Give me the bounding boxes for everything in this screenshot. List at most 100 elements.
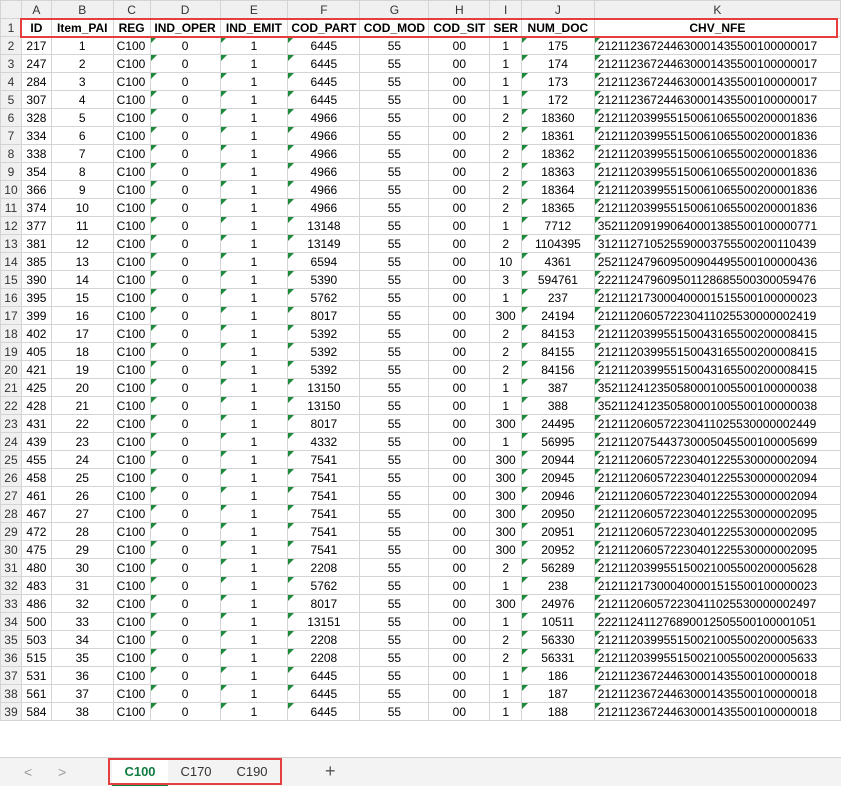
table-cell[interactable]: 1 <box>489 432 522 451</box>
row-number[interactable]: 13 <box>0 234 22 253</box>
table-cell[interactable]: 328 <box>20 108 52 127</box>
table-cell[interactable]: 1 <box>219 288 289 307</box>
table-cell[interactable]: 352112091990640001385500100000771 <box>593 216 841 235</box>
table-cell[interactable]: 300 <box>489 450 522 469</box>
table-cell[interactable]: 1 <box>219 522 289 541</box>
table-cell[interactable]: 00 <box>428 576 491 595</box>
table-cell[interactable]: 0 <box>149 270 221 289</box>
table-cell[interactable]: 405 <box>20 342 52 361</box>
table-cell[interactable]: C100 <box>112 558 151 577</box>
select-all-corner[interactable] <box>0 0 22 19</box>
table-cell[interactable]: 6445 <box>287 702 361 721</box>
table-cell[interactable]: 55 <box>359 144 430 163</box>
table-cell[interactable]: 212112060572230401225530000002094 <box>593 486 841 505</box>
table-cell[interactable]: 467 <box>20 504 52 523</box>
table-cell[interactable]: 475 <box>20 540 52 559</box>
table-cell[interactable]: 5762 <box>287 576 361 595</box>
table-cell[interactable]: C100 <box>112 612 151 631</box>
table-cell[interactable]: 212112039955150043165500200008415 <box>593 360 841 379</box>
table-cell[interactable]: 00 <box>428 594 491 613</box>
table-cell[interactable]: 186 <box>521 666 595 685</box>
table-cell[interactable]: C100 <box>112 306 151 325</box>
row-number[interactable]: 33 <box>0 594 22 613</box>
table-cell[interactable]: 1 <box>219 324 289 343</box>
table-cell[interactable]: 0 <box>149 684 221 703</box>
table-cell[interactable]: 10 <box>489 252 522 271</box>
table-cell[interactable]: 312112710525590003755500200110439 <box>593 234 841 253</box>
table-cell[interactable]: 2 <box>489 180 522 199</box>
table-cell[interactable]: C100 <box>112 324 151 343</box>
table-cell[interactable]: 1 <box>219 558 289 577</box>
header-cell[interactable]: COD_SIT <box>428 18 491 37</box>
table-cell[interactable]: 338 <box>20 144 52 163</box>
table-cell[interactable]: 455 <box>20 450 52 469</box>
header-cell[interactable]: NUM_DOC <box>521 18 595 37</box>
table-cell[interactable]: 56330 <box>521 630 595 649</box>
table-cell[interactable]: 212112039955150061065500200001836 <box>593 126 841 145</box>
table-cell[interactable]: 55 <box>359 702 430 721</box>
table-cell[interactable]: 3 <box>489 270 522 289</box>
header-cell[interactable]: ID <box>20 18 52 37</box>
table-cell[interactable]: 1 <box>219 252 289 271</box>
table-cell[interactable]: 4966 <box>287 162 361 181</box>
table-cell[interactable]: 7541 <box>287 468 361 487</box>
table-cell[interactable]: 30 <box>50 558 114 577</box>
table-cell[interactable]: 00 <box>428 666 491 685</box>
table-cell[interactable]: 6445 <box>287 666 361 685</box>
table-cell[interactable]: 212112173000400001515500100000023 <box>593 576 841 595</box>
tab-c170[interactable]: C170 <box>168 758 224 786</box>
header-cell[interactable]: REG <box>112 18 151 37</box>
table-cell[interactable]: 1 <box>219 594 289 613</box>
table-cell[interactable]: 1 <box>219 162 289 181</box>
table-cell[interactable]: 212112060572230411025530000002449 <box>593 414 841 433</box>
table-cell[interactable]: 20 <box>50 378 114 397</box>
table-cell[interactable]: 55 <box>359 396 430 415</box>
row-number[interactable]: 26 <box>0 468 22 487</box>
table-cell[interactable]: 0 <box>149 108 221 127</box>
table-cell[interactable]: 212112367244630001435500100000018 <box>593 702 841 721</box>
table-cell[interactable]: C100 <box>112 648 151 667</box>
table-cell[interactable]: 366 <box>20 180 52 199</box>
table-cell[interactable]: 5392 <box>287 324 361 343</box>
table-cell[interactable]: C100 <box>112 198 151 217</box>
table-cell[interactable]: 00 <box>428 108 491 127</box>
spreadsheet-grid[interactable]: ABCDEFGHIJK 1 ID Item_PAI REG IND_OPER IND_EM… <box>0 0 841 757</box>
table-cell[interactable]: C100 <box>112 630 151 649</box>
table-cell[interactable]: 515 <box>20 648 52 667</box>
table-cell[interactable]: 212112039955150021005500200005628 <box>593 558 841 577</box>
table-cell[interactable]: 1 <box>219 468 289 487</box>
table-cell[interactable]: 212112060572230411025530000002419 <box>593 306 841 325</box>
table-cell[interactable]: 1 <box>489 36 522 55</box>
table-cell[interactable]: 1 <box>219 648 289 667</box>
table-cell[interactable]: 1 <box>489 684 522 703</box>
table-cell[interactable]: 2 <box>489 198 522 217</box>
table-cell[interactable]: 00 <box>428 36 491 55</box>
table-cell[interactable]: 212112039955150021005500200005633 <box>593 630 841 649</box>
table-cell[interactable]: C100 <box>112 216 151 235</box>
table-cell[interactable]: 15 <box>50 288 114 307</box>
table-cell[interactable]: 300 <box>489 486 522 505</box>
table-cell[interactable]: 188 <box>521 702 595 721</box>
table-cell[interactable]: 1 <box>219 36 289 55</box>
table-cell[interactable]: 1 <box>219 486 289 505</box>
table-cell[interactable]: 0 <box>149 630 221 649</box>
row-number[interactable]: 28 <box>0 504 22 523</box>
table-cell[interactable]: 55 <box>359 378 430 397</box>
table-cell[interactable]: 402 <box>20 324 52 343</box>
next-sheet-icon[interactable]: > <box>58 764 66 780</box>
table-cell[interactable]: 503 <box>20 630 52 649</box>
table-cell[interactable]: C100 <box>112 486 151 505</box>
row-number[interactable]: 8 <box>0 144 22 163</box>
table-cell[interactable]: 1 <box>489 576 522 595</box>
table-cell[interactable]: 2 <box>489 630 522 649</box>
table-cell[interactable]: C100 <box>112 36 151 55</box>
table-cell[interactable]: 6445 <box>287 684 361 703</box>
table-cell[interactable]: 55 <box>359 36 430 55</box>
table-cell[interactable]: 172 <box>521 90 595 109</box>
table-cell[interactable]: C100 <box>112 504 151 523</box>
table-cell[interactable]: 1 <box>489 666 522 685</box>
table-cell[interactable]: 0 <box>149 468 221 487</box>
table-cell[interactable]: C100 <box>112 432 151 451</box>
table-cell[interactable]: 0 <box>149 648 221 667</box>
table-cell[interactable]: 4966 <box>287 126 361 145</box>
